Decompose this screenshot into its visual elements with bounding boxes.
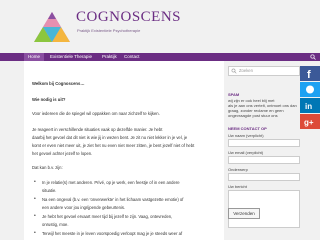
site-header: COGNOSCENS Praktijk Existentiele Psychot…	[0, 0, 320, 53]
facebook-icon[interactable]: f	[300, 66, 320, 81]
bullet-marker: •	[34, 213, 36, 219]
search-icon[interactable]	[310, 54, 316, 60]
email-field[interactable]	[228, 156, 300, 164]
page: COGNOSCENS Praktijk Existentiele Psychot…	[0, 0, 320, 240]
site-title[interactable]: COGNOSCENS	[76, 9, 181, 26]
nav-item-existentiele-therapie[interactable]: Existentiele Therapie	[46, 53, 96, 61]
info-heading: SPAM	[228, 92, 240, 97]
search-placeholder: Zoeken	[239, 68, 253, 73]
subject-field[interactable]	[228, 173, 300, 181]
submit-button[interactable]: Verzenden	[228, 208, 260, 219]
sidebar: Zoeken SPAM wij zijn er ook heel blij me…	[228, 66, 300, 236]
nav-item-contact[interactable]: Contact	[120, 53, 144, 61]
svg-text:f: f	[307, 69, 311, 81]
list-item: Na een ongeval (b.v. een 'onverwerkte' i…	[42, 197, 184, 202]
paragraph-2-line: het gevoel achter jezelf te lopen.	[32, 151, 93, 156]
list-item: situatie.	[42, 188, 57, 193]
nav-item-home[interactable]: Home	[24, 53, 45, 61]
main-nav: Home Existentiele Therapie Praktijk Cont…	[0, 53, 320, 61]
bullet-marker: •	[34, 230, 36, 236]
linkedin-icon[interactable]: in	[300, 98, 320, 113]
twitter-icon[interactable]	[300, 82, 320, 97]
logo-pyramid[interactable]	[32, 10, 72, 44]
paragraph-2-line: daarbij het gevoel dat dit niet is wie j…	[32, 135, 188, 140]
search-icon	[231, 68, 237, 74]
email-label: Uw email (verplicht)	[228, 150, 264, 155]
contact-heading: NEEM CONTACT OP	[228, 126, 267, 131]
list-item: een andere voor jou ingrijpende gebeurte…	[42, 205, 126, 210]
social-bar: f in g+	[300, 66, 320, 130]
who-subheading: Wie nodig is uit?	[32, 97, 66, 102]
list-item: Je hebt het gevoel ervaart meer tijd bij…	[42, 214, 173, 219]
paragraph-1: Voor iedereen die de spiegel wil oppakke…	[32, 111, 160, 116]
search-input[interactable]: Zoeken	[228, 66, 300, 76]
paragraph-2-line: komt er even niet meer uit, je ziet het …	[32, 143, 195, 148]
subject-label: Onderwerp	[228, 167, 248, 172]
nav-item-praktijk[interactable]: Praktijk	[98, 53, 121, 61]
message-label: Uw bericht	[228, 184, 247, 189]
google-plus-icon[interactable]: g+	[300, 114, 320, 129]
name-field[interactable]	[228, 139, 300, 147]
list-item: Terwijl het meeste in je leven voorspoed…	[42, 231, 183, 236]
list-item: In je relatie(s) met anderen. Privé, op …	[42, 180, 180, 185]
bullet-marker: •	[34, 179, 36, 185]
info-line: ongevraagde post stuur ons	[228, 113, 278, 118]
list-item: onrustig, moe.	[42, 222, 69, 227]
paragraph-2-line: Je reageert in verschillende situaties v…	[32, 127, 163, 132]
paragraph-3: Dat kan b.v. zijn:	[32, 165, 63, 170]
bullet-marker: •	[34, 196, 36, 202]
svg-text:in: in	[305, 102, 312, 111]
name-label: Uw naam (verplicht)	[228, 133, 264, 138]
site-tagline: Praktijk Existentiele Psychotherapie	[77, 28, 141, 33]
main-content: Welkom bij Cognoscens… Wie nodig is uit?…	[24, 61, 224, 240]
welcome-heading: Welkom bij Cognoscens…	[32, 81, 85, 86]
svg-text:g+: g+	[304, 118, 314, 127]
